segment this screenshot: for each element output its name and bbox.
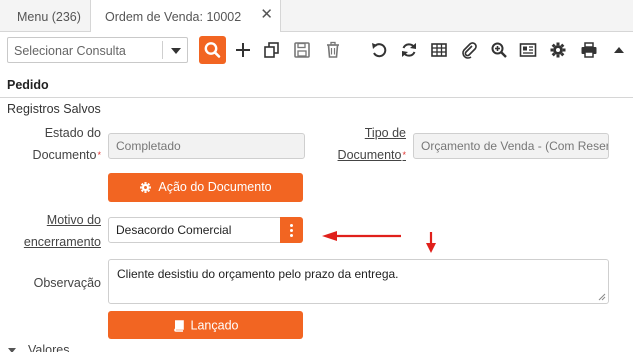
- annotation-arrow-left-icon: [322, 231, 401, 241]
- valores-section-label[interactable]: Valores: [28, 343, 69, 352]
- chevron-down-icon[interactable]: [8, 348, 16, 352]
- annotation-arrow-down-icon: [426, 232, 436, 253]
- annotation-arrows: [322, 231, 436, 253]
